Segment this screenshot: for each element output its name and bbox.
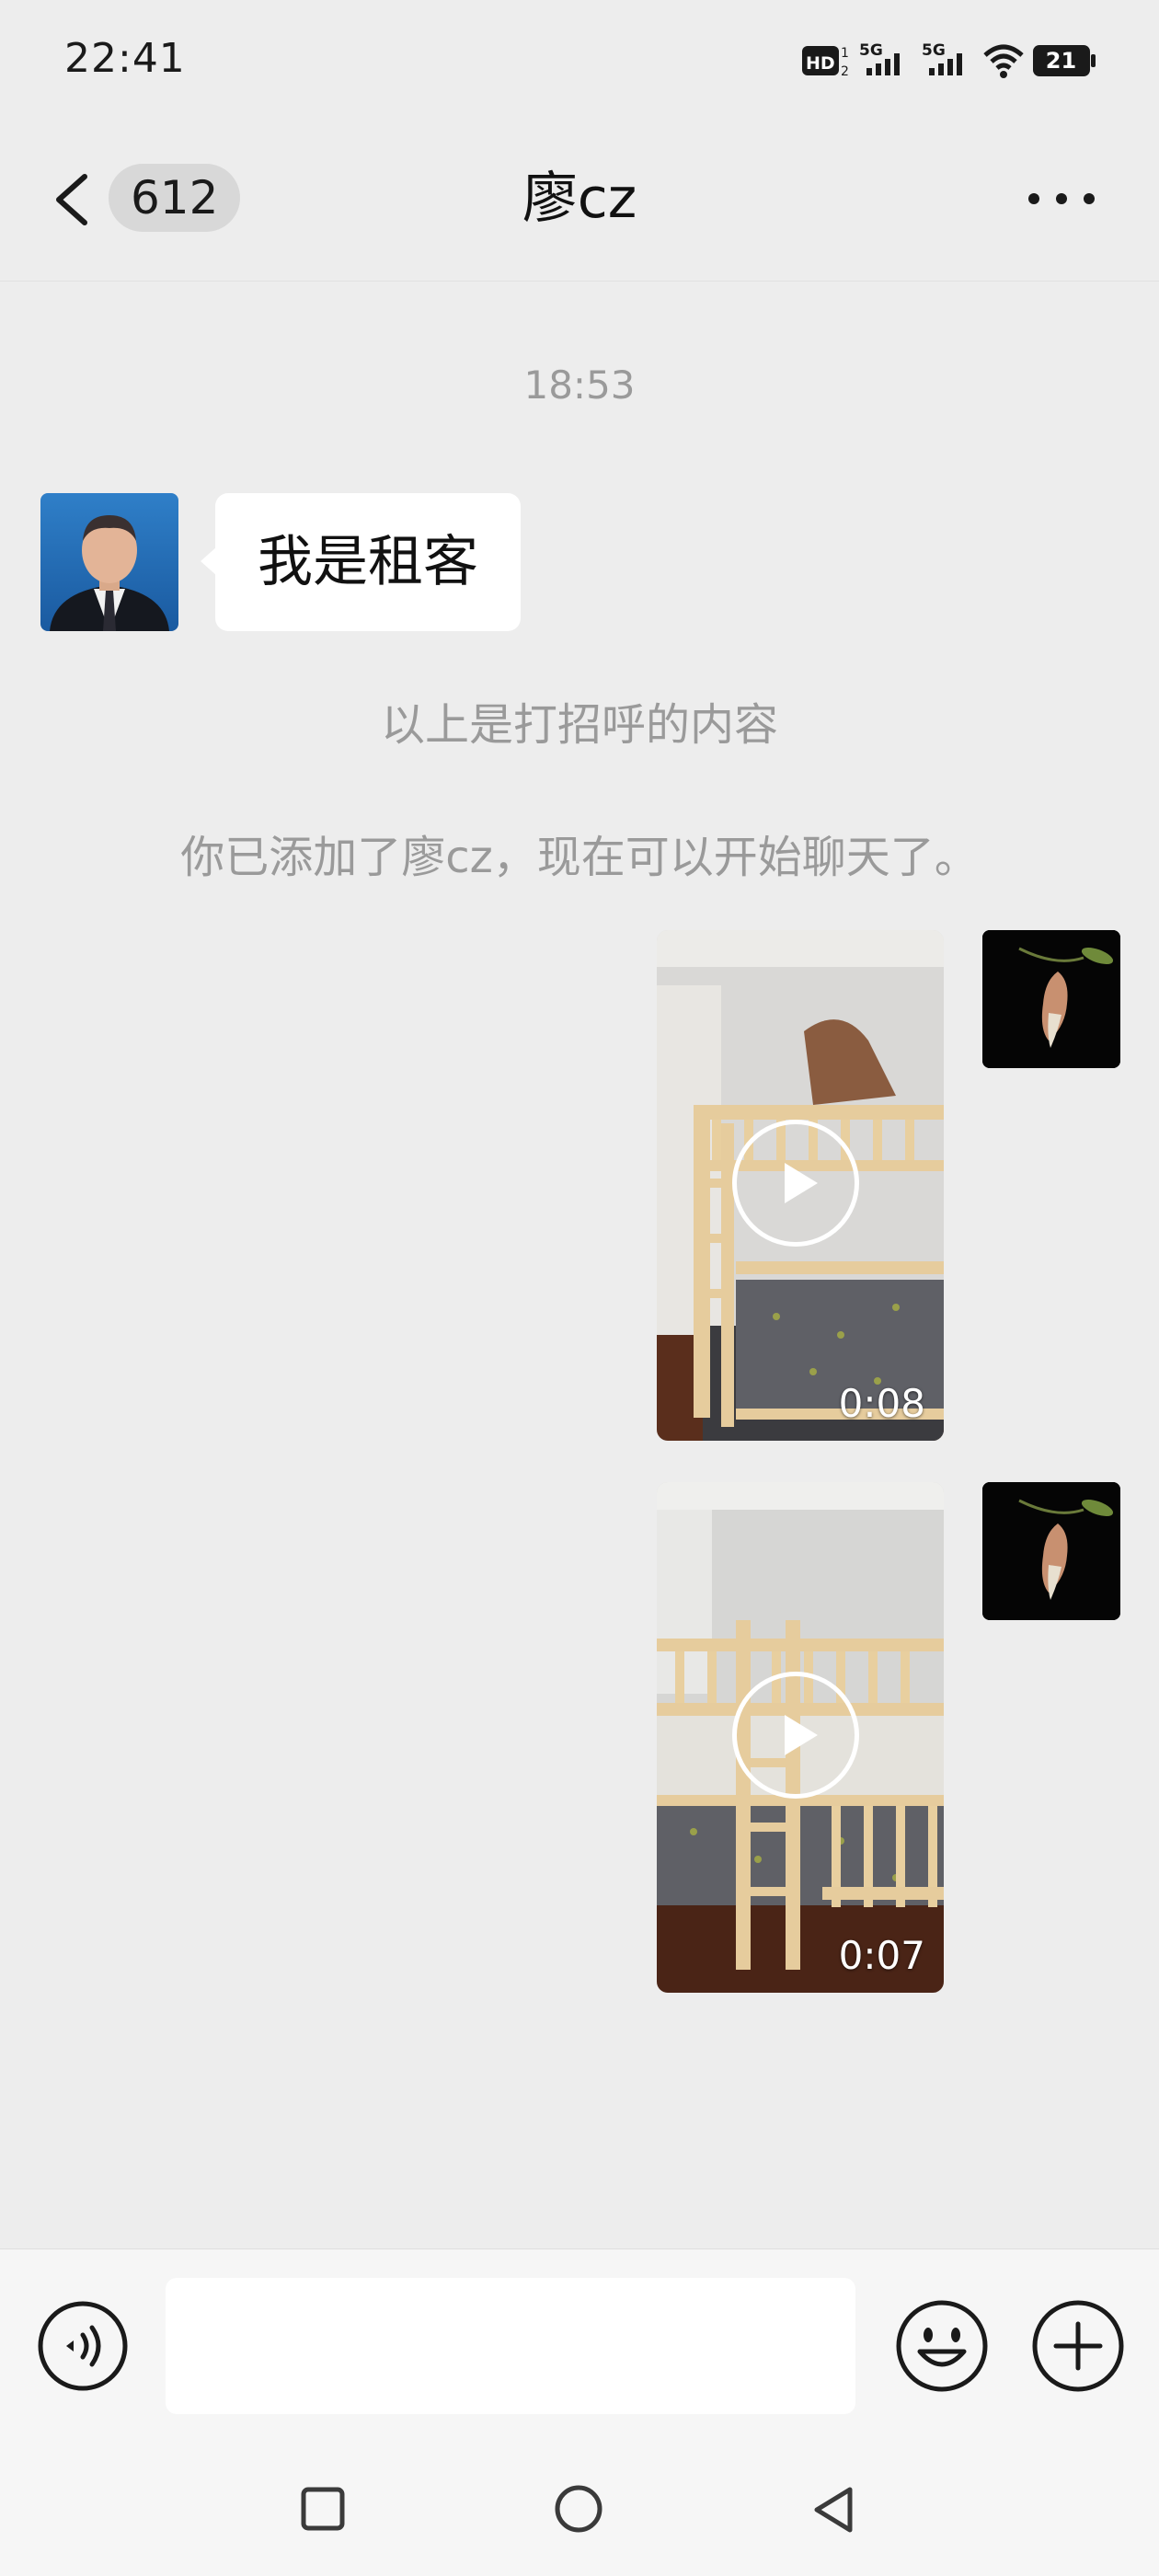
battery-level: 21 xyxy=(1045,48,1077,74)
recents-square-icon xyxy=(301,2487,345,2531)
header-divider xyxy=(0,281,1159,282)
svg-text:5G: 5G xyxy=(859,41,883,60)
message-timestamp: 18:53 xyxy=(523,362,636,408)
voice-icon xyxy=(38,2301,128,2391)
svg-text:5G: 5G xyxy=(922,41,946,60)
self-avatar[interactable] xyxy=(982,1482,1120,1620)
hd-voice-icon: HD 1 2 xyxy=(802,46,849,79)
emoji-button[interactable] xyxy=(894,2298,990,2394)
video-message[interactable]: 0:07 xyxy=(657,1482,944,1993)
status-time: 22:41 xyxy=(64,35,186,82)
play-button[interactable] xyxy=(732,1120,859,1247)
svg-text:1: 1 xyxy=(841,46,849,61)
video-duration: 0:07 xyxy=(838,1933,925,1978)
more-options-button[interactable] xyxy=(1016,180,1107,217)
chat-title: 廖cz xyxy=(522,167,637,231)
video-duration: 0:08 xyxy=(838,1381,925,1426)
svg-text:HD: HD xyxy=(806,53,835,74)
signal-5g-icon: 5G xyxy=(859,41,900,75)
svg-text:2: 2 xyxy=(841,64,849,79)
self-avatar[interactable] xyxy=(982,930,1120,1068)
incoming-message-bubble[interactable]: 我是租客 xyxy=(201,493,521,631)
contact-avatar[interactable] xyxy=(40,493,178,631)
message-input[interactable] xyxy=(166,2278,855,2414)
friend-added-note: 你已添加了廖cz，现在可以开始聊天了。 xyxy=(180,832,979,883)
video-message[interactable]: 0:08 xyxy=(657,930,944,1441)
more-functions-button[interactable] xyxy=(1030,2298,1126,2394)
nav-back-button[interactable] xyxy=(811,2484,857,2536)
play-button[interactable] xyxy=(732,1672,859,1799)
emoji-icon xyxy=(896,2300,988,2392)
battery-icon: 21 xyxy=(1032,44,1096,77)
back-triangle-icon xyxy=(814,2487,853,2533)
signal-5g-icon: 5G xyxy=(922,41,962,75)
nav-home-button[interactable] xyxy=(553,2483,604,2535)
nav-recents-button[interactable] xyxy=(300,2486,346,2532)
more-dots-icon xyxy=(1028,193,1095,204)
greeting-note: 以上是打招呼的内容 xyxy=(380,699,778,751)
voice-input-button[interactable] xyxy=(37,2300,129,2392)
plus-circle-icon xyxy=(1032,2300,1124,2392)
home-circle-icon xyxy=(555,2485,602,2533)
wifi-icon xyxy=(983,44,1024,78)
play-icon xyxy=(785,1163,818,1203)
play-icon xyxy=(785,1715,818,1755)
